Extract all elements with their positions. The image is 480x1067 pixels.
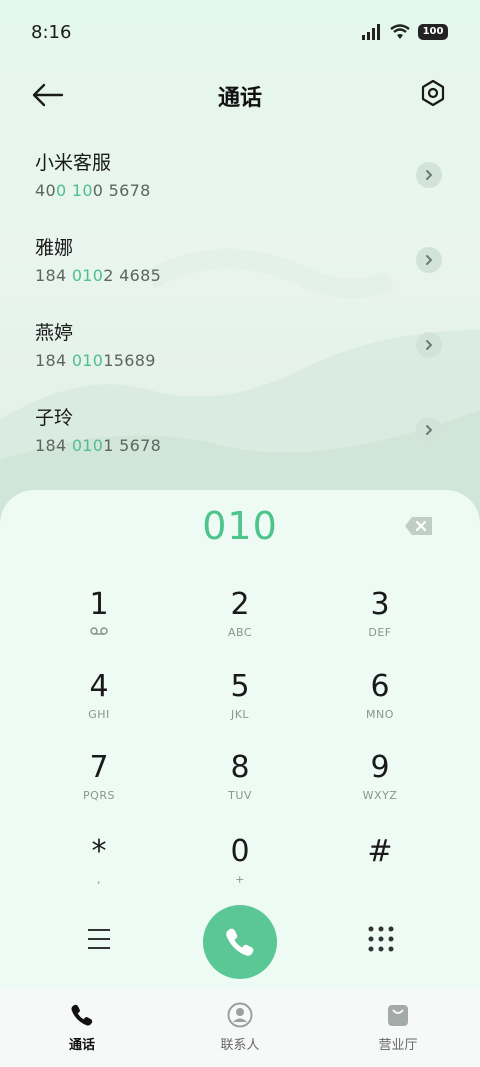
contact-name: 燕婷 (35, 322, 74, 344)
status-bar: 8:16 100 (0, 0, 480, 64)
list-item[interactable]: 小米客服 400 100 5678 (0, 140, 480, 225)
contact-name: 雅娜 (35, 237, 74, 259)
tab-calls[interactable]: 通话 (32, 1000, 132, 1053)
contact-number: 184 0102 4685 (35, 266, 162, 285)
phone-icon (32, 1000, 132, 1030)
battery-indicator: 100 (418, 24, 448, 40)
chevron-right-icon[interactable] (416, 332, 442, 358)
key-5[interactable]: 5 JKL (180, 670, 300, 740)
header: 通话 (0, 70, 480, 120)
key-6[interactable]: 6 MNO (320, 670, 440, 740)
phone-call-icon (226, 928, 254, 956)
chevron-right-icon[interactable] (416, 162, 442, 188)
key-hash[interactable]: # (320, 835, 440, 905)
tab-contacts[interactable]: 联系人 (190, 1000, 290, 1053)
dialpad: 010 1 2 ABC 3 DEF 4 GHI 5 JKL 6 MNO 7 PQ… (0, 490, 480, 990)
dialpad-toggle-icon[interactable] (368, 926, 394, 952)
call-button[interactable] (203, 905, 277, 979)
signal-icon (362, 24, 380, 40)
backspace-icon[interactable] (404, 516, 434, 536)
list-item[interactable]: 燕婷 184 01015689 (0, 310, 480, 395)
contact-number: 184 01015689 (35, 351, 156, 370)
chevron-right-icon[interactable] (416, 417, 442, 443)
status-icons: 100 (362, 24, 448, 40)
contact-list: 小米客服 400 100 5678 雅娜 184 0102 4685 燕婷 18… (0, 140, 480, 480)
bag-icon (348, 1000, 448, 1030)
key-3[interactable]: 3 DEF (320, 588, 440, 658)
key-0[interactable]: 0 + (180, 835, 300, 905)
key-9[interactable]: 9 WXYZ (320, 751, 440, 821)
key-1[interactable]: 1 (39, 588, 159, 658)
tab-bar: 通话 联系人 营业厅 (0, 990, 480, 1067)
key-7[interactable]: 7 PQRS (39, 751, 159, 821)
list-item[interactable]: 子玲 184 0101 5678 (0, 395, 480, 480)
wifi-icon (390, 24, 410, 39)
chevron-right-icon[interactable] (416, 247, 442, 273)
contact-number: 400 100 5678 (35, 181, 151, 200)
menu-icon[interactable] (86, 926, 112, 952)
key-2[interactable]: 2 ABC (180, 588, 300, 658)
contact-name: 子玲 (35, 407, 74, 429)
list-item[interactable]: 雅娜 184 0102 4685 (0, 225, 480, 310)
key-4[interactable]: 4 GHI (39, 670, 159, 740)
contact-number: 184 0101 5678 (35, 436, 162, 455)
tab-business-hall[interactable]: 营业厅 (348, 1000, 448, 1053)
page-title: 通话 (217, 86, 262, 111)
key-8[interactable]: 8 TUV (180, 751, 300, 821)
key-star[interactable]: * , (39, 835, 159, 905)
settings-icon[interactable] (418, 78, 448, 108)
person-icon (190, 1000, 290, 1030)
status-time: 8:16 (31, 22, 72, 43)
voicemail-icon (39, 626, 159, 639)
contact-name: 小米客服 (35, 152, 112, 174)
